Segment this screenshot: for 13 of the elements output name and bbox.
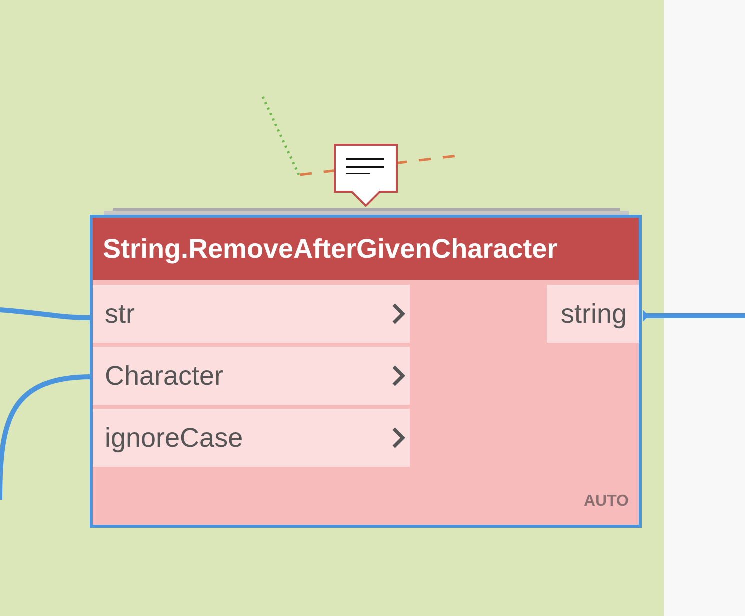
lacing-label: AUTO bbox=[584, 493, 630, 512]
chevron-icon bbox=[392, 303, 406, 325]
node-card[interactable]: String.RemoveAfterGivenCharacter str Character ignoreCase string AUTO bbox=[90, 215, 642, 528]
chevron-icon bbox=[392, 365, 406, 387]
node-title: String.RemoveAfterGivenCharacter bbox=[93, 218, 639, 280]
input-port[interactable]: str bbox=[93, 285, 410, 343]
wire[interactable] bbox=[0, 308, 92, 320]
wire[interactable] bbox=[0, 374, 92, 500]
input-port[interactable]: ignoreCase bbox=[93, 409, 410, 467]
output-port[interactable]: string bbox=[546, 285, 639, 343]
comment-icon[interactable] bbox=[334, 144, 398, 208]
input-port[interactable]: Character bbox=[93, 347, 410, 405]
chevron-icon bbox=[392, 427, 406, 449]
